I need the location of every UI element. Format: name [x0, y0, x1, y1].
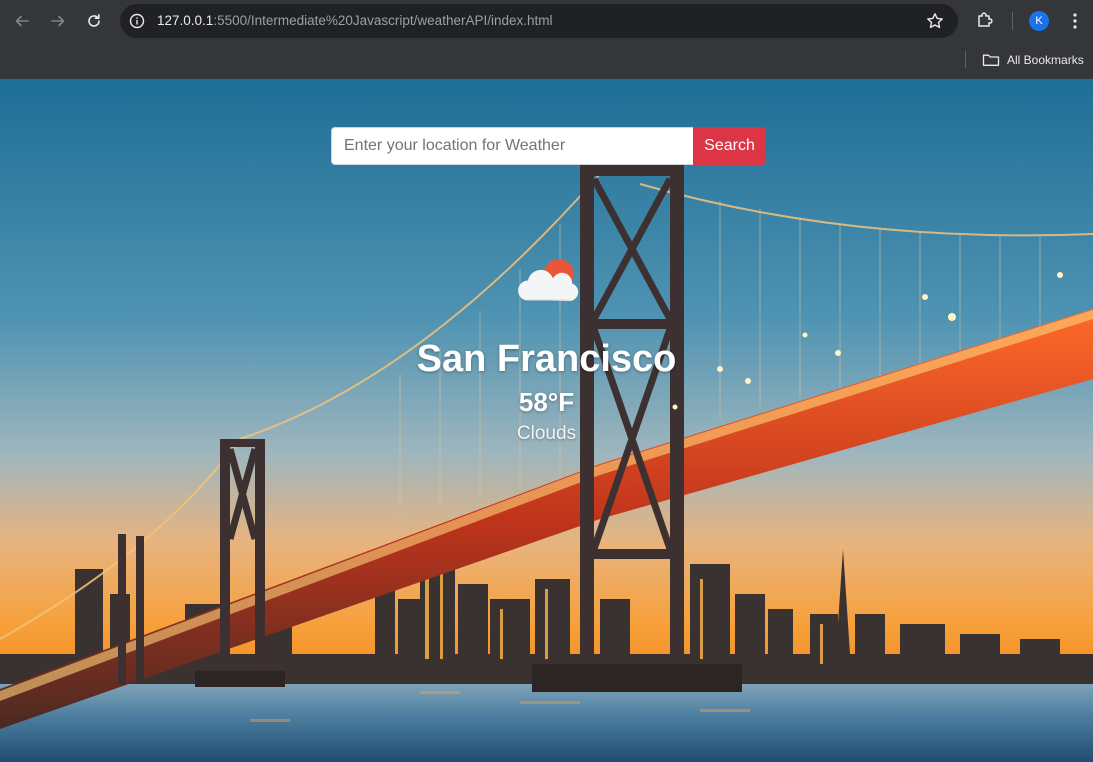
browser-chrome: 127.0.0.1:5500/Intermediate%20Javascript…: [0, 0, 1093, 79]
url-path: :5500/Intermediate%20Javascript/weatherA…: [213, 13, 553, 28]
all-bookmarks-label: All Bookmarks: [1007, 53, 1084, 67]
more-menu-icon[interactable]: [1066, 10, 1084, 32]
address-bar[interactable]: 127.0.0.1:5500/Intermediate%20Javascript…: [120, 4, 958, 38]
reload-button[interactable]: [82, 9, 106, 33]
profile-avatar[interactable]: K: [1029, 11, 1049, 31]
search-form: Search: [331, 127, 766, 165]
bookmarks-bar: All Bookmarks: [0, 42, 1093, 79]
temperature: 58°F: [518, 387, 575, 417]
weather-page: Search San Francisco 58°F Clouds: [0, 79, 1093, 762]
folder-icon: [982, 54, 1000, 66]
extensions-puzzle-icon[interactable]: [975, 10, 995, 30]
browser-toolbar: 127.0.0.1:5500/Intermediate%20Javascript…: [0, 0, 1093, 42]
url-text[interactable]: 127.0.0.1:5500/Intermediate%20Javascript…: [157, 13, 553, 28]
site-info-icon[interactable]: [129, 13, 145, 29]
toolbar-divider: [1012, 12, 1013, 30]
url-host: 127.0.0.1: [157, 13, 214, 28]
partly-cloudy-icon: [517, 259, 578, 301]
location-search-input[interactable]: [331, 127, 693, 165]
arrow-left-icon: [15, 15, 29, 27]
city-name: San Francisco: [416, 338, 677, 380]
forward-button[interactable]: [46, 9, 70, 33]
weather-condition: Clouds: [516, 423, 577, 444]
arrow-right-icon: [51, 15, 65, 27]
bookmarks-divider: [965, 51, 966, 68]
weather-card: San Francisco 58°F Clouds: [0, 255, 1093, 445]
bookmark-star-icon[interactable]: [926, 12, 944, 30]
search-button[interactable]: Search: [693, 127, 766, 165]
reload-icon: [88, 14, 100, 27]
all-bookmarks-button[interactable]: All Bookmarks: [982, 49, 1084, 71]
back-button[interactable]: [10, 9, 34, 33]
